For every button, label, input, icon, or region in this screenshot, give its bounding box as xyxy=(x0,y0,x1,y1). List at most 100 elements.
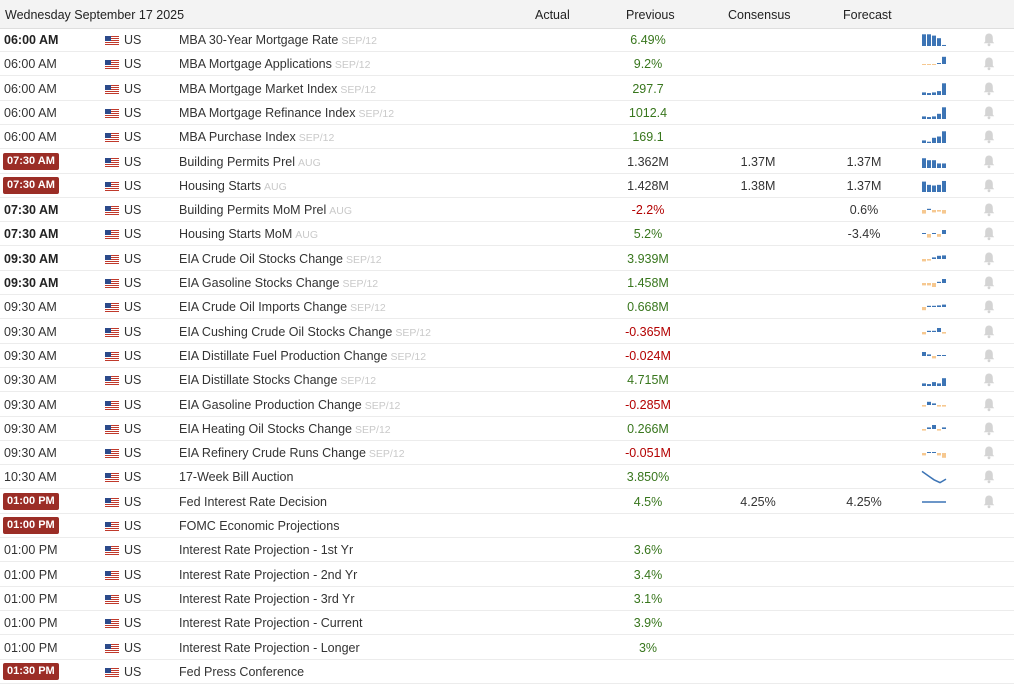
event-name[interactable]: Building Permits Prel AUG xyxy=(179,155,321,169)
event-name-text[interactable]: Building Permits Prel xyxy=(179,155,295,169)
event-name[interactable]: MBA Mortgage Refinance Index SEP/12 xyxy=(179,106,394,120)
bell-icon[interactable] xyxy=(982,348,996,363)
event-name-text[interactable]: EIA Gasoline Production Change xyxy=(179,398,362,412)
bell-icon[interactable] xyxy=(982,129,996,144)
event-name-text[interactable]: Interest Rate Projection - Current xyxy=(179,616,362,630)
event-name-text[interactable]: Interest Rate Projection - 3rd Yr xyxy=(179,592,355,606)
event-name[interactable]: MBA Mortgage Market Index SEP/12 xyxy=(179,82,376,96)
calendar-row[interactable]: 09:30 AM US EIA Gasoline Stocks Change SEP/… xyxy=(0,271,1014,295)
event-name[interactable]: Fed Interest Rate Decision xyxy=(179,495,327,509)
event-name[interactable]: MBA Mortgage Applications SEP/12 xyxy=(179,57,370,71)
event-name-text[interactable]: EIA Crude Oil Stocks Change xyxy=(179,252,343,266)
bell-icon[interactable] xyxy=(982,105,996,120)
calendar-row[interactable]: 01:00 PM US Interest Rate Projection - 2nd… xyxy=(0,563,1014,587)
event-name[interactable]: Fed Press Conference xyxy=(179,665,304,679)
event-name[interactable]: MBA Purchase Index SEP/12 xyxy=(179,130,334,144)
event-name-text[interactable]: EIA Distillate Stocks Change xyxy=(179,373,337,387)
calendar-row[interactable]: 01:00 PM US Interest Rate Projection - Lon… xyxy=(0,636,1014,660)
bell-icon[interactable] xyxy=(982,275,996,290)
calendar-row[interactable]: 09:30 AM US EIA Refinery Crude Runs Change… xyxy=(0,441,1014,466)
event-name-text[interactable]: EIA Heating Oil Stocks Change xyxy=(179,422,352,436)
event-name[interactable]: EIA Gasoline Stocks Change SEP/12 xyxy=(179,276,378,290)
calendar-row[interactable]: 06:00 AM US MBA Mortgage Market Index SEP/1… xyxy=(0,77,1014,101)
bell-icon[interactable] xyxy=(982,397,996,412)
bell-icon[interactable] xyxy=(982,226,996,241)
event-name-text[interactable]: MBA 30-Year Mortgage Rate xyxy=(179,33,338,47)
event-name-text[interactable]: MBA Mortgage Refinance Index xyxy=(179,106,356,120)
event-name[interactable]: FOMC Economic Projections xyxy=(179,519,339,533)
calendar-row[interactable]: 09:30 AM US EIA Heating Oil Stocks Change S… xyxy=(0,417,1014,441)
bell-icon[interactable] xyxy=(982,469,996,484)
bell-icon[interactable] xyxy=(982,299,996,314)
event-name[interactable]: Interest Rate Projection - Current xyxy=(179,616,362,630)
bell-icon[interactable] xyxy=(982,202,996,217)
calendar-row[interactable]: 06:00 AM US MBA Purchase Index SEP/12 169.1 xyxy=(0,125,1014,150)
calendar-row[interactable]: 07:30 AM US Housing Starts AUG 1.428M 1.38M 1.… xyxy=(0,174,1014,198)
event-name[interactable]: Interest Rate Projection - 3rd Yr xyxy=(179,592,355,606)
event-name-text[interactable]: Interest Rate Projection - Longer xyxy=(179,641,360,655)
event-name[interactable]: Housing Starts MoM AUG xyxy=(179,227,318,241)
calendar-row[interactable]: 06:00 AM US MBA Mortgage Applications SEP/1… xyxy=(0,52,1014,77)
event-name-text[interactable]: Fed Interest Rate Decision xyxy=(179,495,327,509)
bell-icon[interactable] xyxy=(982,372,996,387)
calendar-row[interactable]: 07:30 AM US Building Permits MoM Prel AUG -2… xyxy=(0,198,1014,223)
event-name[interactable]: EIA Gasoline Production Change SEP/12 xyxy=(179,398,400,412)
calendar-row[interactable]: 01:30 PM US Fed Press Conference xyxy=(0,660,1014,684)
event-name[interactable]: EIA Refinery Crude Runs Change SEP/12 xyxy=(179,446,405,460)
bell-icon[interactable] xyxy=(982,445,996,460)
bell-icon[interactable] xyxy=(982,154,996,169)
event-name[interactable]: Housing Starts AUG xyxy=(179,179,287,193)
event-name[interactable]: Interest Rate Projection - 1st Yr xyxy=(179,543,353,557)
bell-icon[interactable] xyxy=(982,494,996,509)
event-name-text[interactable]: Housing Starts xyxy=(179,179,261,193)
event-name[interactable]: EIA Heating Oil Stocks Change SEP/12 xyxy=(179,422,391,436)
event-name[interactable]: EIA Distillate Fuel Production Change SEP… xyxy=(179,349,426,363)
event-name-text[interactable]: Interest Rate Projection - 1st Yr xyxy=(179,543,353,557)
event-name-text[interactable]: EIA Gasoline Stocks Change xyxy=(179,276,340,290)
event-name[interactable]: Interest Rate Projection - Longer xyxy=(179,641,360,655)
event-name[interactable]: EIA Crude Oil Imports Change SEP/12 xyxy=(179,300,386,314)
calendar-row[interactable]: 09:30 AM US EIA Crude Oil Imports Change SE… xyxy=(0,295,1014,320)
calendar-row[interactable]: 09:30 AM US EIA Distillate Fuel Production… xyxy=(0,344,1014,368)
event-name-text[interactable]: Housing Starts MoM xyxy=(179,227,292,241)
event-name[interactable]: Interest Rate Projection - 2nd Yr xyxy=(179,568,357,582)
event-name-text[interactable]: EIA Refinery Crude Runs Change xyxy=(179,446,366,460)
bell-icon[interactable] xyxy=(982,56,996,71)
event-name-text[interactable]: EIA Crude Oil Imports Change xyxy=(179,300,347,314)
event-name-text[interactable]: MBA Mortgage Applications xyxy=(179,57,332,71)
bell-icon[interactable] xyxy=(982,178,996,193)
event-name-text[interactable]: EIA Distillate Fuel Production Change xyxy=(179,349,387,363)
calendar-row[interactable]: 07:30 AM US Housing Starts MoM AUG 5.2% -3.4% xyxy=(0,222,1014,247)
calendar-row[interactable]: 09:30 AM US EIA Cushing Crude Oil Stocks C… xyxy=(0,320,1014,344)
calendar-row[interactable]: 07:30 AM US Building Permits Prel AUG 1.362M… xyxy=(0,150,1014,174)
event-name-text[interactable]: EIA Cushing Crude Oil Stocks Change xyxy=(179,325,392,339)
event-name-text[interactable]: 17-Week Bill Auction xyxy=(179,470,293,484)
event-name-text[interactable]: MBA Mortgage Market Index xyxy=(179,82,337,96)
event-name-text[interactable]: MBA Purchase Index xyxy=(179,130,296,144)
event-name[interactable]: EIA Crude Oil Stocks Change SEP/12 xyxy=(179,252,382,266)
bell-icon[interactable] xyxy=(982,81,996,96)
event-name[interactable]: Building Permits MoM Prel AUG xyxy=(179,203,352,217)
event-name-text[interactable]: FOMC Economic Projections xyxy=(179,519,339,533)
bell-icon[interactable] xyxy=(982,32,996,47)
event-name-text[interactable]: Fed Press Conference xyxy=(179,665,304,679)
calendar-row[interactable]: 09:30 AM US EIA Crude Oil Stocks Change SEP… xyxy=(0,247,1014,271)
calendar-row[interactable]: 01:00 PM US Interest Rate Projection - 1st… xyxy=(0,538,1014,563)
bell-icon[interactable] xyxy=(982,251,996,266)
event-name[interactable]: 17-Week Bill Auction xyxy=(179,470,293,484)
bell-icon[interactable] xyxy=(982,421,996,436)
calendar-row[interactable]: 01:00 PM US Interest Rate Projection - 3rd… xyxy=(0,587,1014,611)
event-name[interactable]: EIA Distillate Stocks Change SEP/12 xyxy=(179,373,376,387)
calendar-row[interactable]: 10:30 AM US 17-Week Bill Auction 3.850% xyxy=(0,465,1014,490)
calendar-row[interactable]: 01:00 PM US Fed Interest Rate Decision 4.5%… xyxy=(0,490,1014,514)
event-name[interactable]: EIA Cushing Crude Oil Stocks Change SEP/1… xyxy=(179,325,431,339)
calendar-row[interactable]: 01:00 PM US FOMC Economic Projections xyxy=(0,514,1014,538)
calendar-row[interactable]: 06:00 AM US MBA 30-Year Mortgage Rate SEP/1… xyxy=(0,28,1014,52)
calendar-row[interactable]: 06:00 AM US MBA Mortgage Refinance Index SE… xyxy=(0,101,1014,125)
calendar-row[interactable]: 09:30 AM US EIA Gasoline Production Change… xyxy=(0,393,1014,417)
bell-icon[interactable] xyxy=(982,324,996,339)
calendar-row[interactable]: 01:00 PM US Interest Rate Projection - Cur… xyxy=(0,611,1014,636)
event-name[interactable]: MBA 30-Year Mortgage Rate SEP/12 xyxy=(179,33,377,47)
calendar-row[interactable]: 09:30 AM US EIA Distillate Stocks Change SE… xyxy=(0,368,1014,393)
event-name-text[interactable]: Interest Rate Projection - 2nd Yr xyxy=(179,568,357,582)
